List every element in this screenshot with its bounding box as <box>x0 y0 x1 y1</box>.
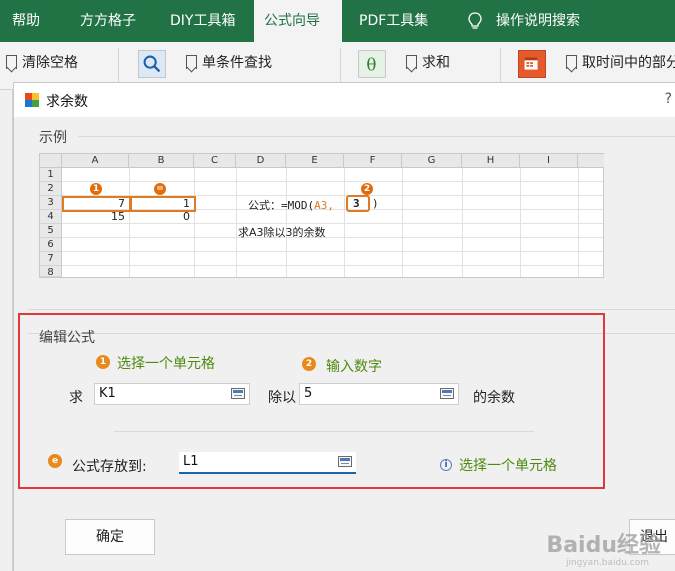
group-divider <box>28 309 675 310</box>
column-header: D <box>236 154 286 168</box>
grid-line <box>62 252 603 266</box>
ribbon-item-label: 清除空格 <box>22 55 78 71</box>
step-2-badge: 2 <box>361 183 373 195</box>
ribbon-item-clear-spaces[interactable]: 清除空格 <box>4 52 78 74</box>
grid-line <box>236 168 237 277</box>
tab-diy[interactable]: DIY工具箱 <box>160 0 245 42</box>
formula-ref: A3, <box>314 199 334 212</box>
ribbon-separator <box>118 48 119 84</box>
tab-help[interactable]: 帮助 <box>2 0 50 42</box>
row-header: 7 <box>40 252 62 266</box>
highlight-frame <box>18 313 605 489</box>
baidu-watermark-url: jingyan.baidu.com <box>565 558 649 568</box>
formula-label: 公式： <box>248 199 281 212</box>
step-1-badge: 1 <box>90 183 102 195</box>
grid-line <box>62 182 603 196</box>
cell-b3: 1 <box>183 197 190 210</box>
row-header: 5 <box>40 224 62 238</box>
formula-suffix: ) <box>372 197 379 210</box>
lightbulb-icon <box>468 12 482 29</box>
formula-number: 3 <box>353 197 360 210</box>
grid-line <box>402 168 403 277</box>
grid-line <box>344 168 345 277</box>
sheet-corner <box>40 154 62 168</box>
ribbon-separator <box>500 48 501 84</box>
ribbon-item-label: 求和 <box>422 55 450 71</box>
tab-search[interactable]: 操作说明搜索 <box>486 0 590 42</box>
row-header: 6 <box>40 238 62 252</box>
grid-line <box>462 168 463 277</box>
row-header: 2 <box>40 182 62 196</box>
row-header: 4 <box>40 210 62 224</box>
ribbon-item-time-part[interactable]: 取时间中的部分 <box>564 52 675 74</box>
lookup-icon[interactable] <box>138 50 166 78</box>
formula-prefix: =MOD( <box>281 199 315 212</box>
column-header-extra <box>578 154 604 168</box>
grid-line <box>194 168 195 277</box>
ribbon-item-sum[interactable]: 求和 <box>404 52 450 74</box>
tab-fangfang[interactable]: 方方格子 <box>70 0 146 42</box>
tab-formula-wizard[interactable]: 公式向导 <box>254 0 342 42</box>
baidu-watermark: Baidu经验 <box>546 533 661 558</box>
ribbon-item-label: 取时间中的部分 <box>582 55 675 71</box>
ribbon-item-single-lookup[interactable]: 单条件查找 <box>184 52 272 74</box>
example-spreadsheet: A B C D E F G H I 1 2 3 4 5 6 7 8 1 = 2 … <box>39 153 604 278</box>
example-group-title: 示例 <box>39 130 67 146</box>
calendar-icon[interactable] <box>518 50 546 78</box>
dialog-title: 求余数 <box>46 94 88 110</box>
column-header: B <box>129 154 194 168</box>
column-header: H <box>462 154 520 168</box>
theta-icon[interactable]: θ <box>358 50 386 78</box>
help-icon[interactable]: ? <box>665 91 672 107</box>
row-header: 8 <box>40 266 62 277</box>
column-header: G <box>402 154 462 168</box>
cell-b4: 0 <box>183 210 190 223</box>
ok-button[interactable]: 确定 <box>65 519 155 555</box>
cell-a4: 15 <box>111 210 125 223</box>
column-header: C <box>194 154 236 168</box>
grid-line <box>520 168 521 277</box>
ribbon-item-label: 单条件查找 <box>202 55 272 71</box>
svg-text:θ: θ <box>366 55 376 75</box>
column-header: E <box>286 154 344 168</box>
grid-line <box>578 168 579 277</box>
example-divider <box>78 136 675 137</box>
step-equals-badge: = <box>154 183 166 195</box>
dialog-titlebar: 求余数 ? <box>14 83 675 117</box>
background-sheet-edge <box>0 90 13 571</box>
cell-a3: 7 <box>118 197 125 210</box>
grid-line <box>62 224 603 238</box>
grid-line <box>62 238 603 252</box>
grid-line <box>286 168 287 277</box>
ribbon-tab-bar: 帮助 方方格子 DIY工具箱 公式向导 PDF工具集 操作说明搜索 <box>0 0 675 42</box>
row-header: 3 <box>40 196 62 210</box>
row-header: 1 <box>40 168 62 182</box>
ribbon-separator <box>340 48 341 84</box>
app-icon <box>25 93 39 107</box>
tab-pdf[interactable]: PDF工具集 <box>349 0 438 42</box>
grid-line <box>62 168 603 182</box>
column-header: I <box>520 154 578 168</box>
example-formula: 公式：=MOD(A3, <box>248 197 334 213</box>
column-header: A <box>62 154 129 168</box>
column-header: F <box>344 154 402 168</box>
example-note: 求A3除以3的余数 <box>238 226 326 239</box>
